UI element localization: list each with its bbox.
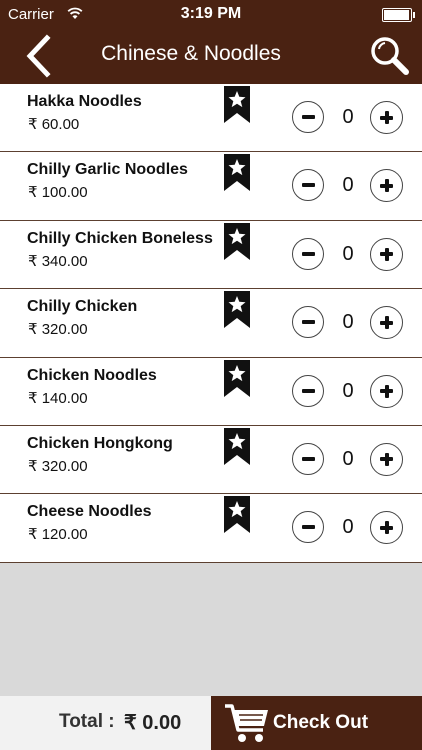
decrease-quantity-button[interactable] bbox=[292, 306, 324, 339]
checkout-label: Check Out bbox=[273, 712, 369, 733]
item-name: Chilly Chicken Boneless bbox=[27, 229, 213, 247]
total-label: Total : bbox=[59, 711, 115, 732]
nav-bar: Chinese & Noodles bbox=[0, 28, 422, 84]
decrease-quantity-button[interactable] bbox=[292, 442, 324, 475]
item-quantity: 0 bbox=[342, 242, 354, 265]
item-price: ₹ 320.00 bbox=[28, 457, 88, 475]
item-quantity: 0 bbox=[342, 106, 354, 128]
menu-item-row: Chicken Hongkong ₹ 320.00 0 bbox=[0, 425, 422, 495]
bookmark-star-icon[interactable] bbox=[223, 222, 251, 261]
menu-item-list: Hakka Noodles ₹ 60.00 0 Chilly Garlic No… bbox=[0, 84, 422, 563]
item-price: ₹ 100.00 bbox=[28, 184, 88, 202]
item-quantity: 0 bbox=[342, 311, 354, 334]
item-name: Chicken Hongkong bbox=[27, 434, 173, 452]
decrease-quantity-button[interactable] bbox=[292, 101, 324, 133]
increase-quantity-button[interactable] bbox=[370, 306, 403, 340]
total-amount: ₹ 0.00 bbox=[124, 712, 182, 734]
menu-item-row: Chilly Chicken ₹ 320.00 0 bbox=[0, 289, 422, 358]
item-quantity: 0 bbox=[342, 447, 354, 470]
status-bar: Carrier 3:19 PM bbox=[0, 0, 422, 28]
total-section: Total : ₹ 0.00 bbox=[0, 696, 211, 750]
decrease-quantity-button[interactable] bbox=[292, 374, 324, 407]
item-name: Chicken Noodles bbox=[27, 366, 157, 384]
item-price: ₹ 340.00 bbox=[28, 252, 88, 270]
item-price: ₹ 60.00 bbox=[28, 116, 80, 133]
bookmark-star-icon[interactable] bbox=[223, 496, 251, 534]
item-quantity: 0 bbox=[342, 174, 354, 197]
menu-item-row: Chilly Chicken Boneless ₹ 340.00 0 bbox=[0, 220, 422, 290]
item-price: ₹ 120.00 bbox=[28, 526, 88, 544]
item-quantity: 0 bbox=[342, 516, 354, 539]
item-price: ₹ 140.00 bbox=[28, 389, 88, 407]
increase-quantity-button[interactable] bbox=[370, 511, 403, 545]
bookmark-star-icon[interactable] bbox=[223, 291, 251, 329]
bookmark-star-icon[interactable] bbox=[223, 359, 251, 398]
search-icon[interactable] bbox=[368, 34, 412, 78]
status-time: 3:19 PM bbox=[180, 5, 242, 22]
decrease-quantity-button[interactable] bbox=[292, 237, 324, 270]
increase-quantity-button[interactable] bbox=[370, 169, 403, 203]
item-name: Chilly Garlic Noodles bbox=[27, 161, 188, 179]
decrease-quantity-button[interactable] bbox=[292, 169, 324, 202]
menu-item-row: Chilly Garlic Noodles ₹ 100.00 0 bbox=[0, 152, 422, 221]
checkout-button[interactable]: Check Out bbox=[211, 696, 422, 750]
increase-quantity-button[interactable] bbox=[370, 237, 403, 271]
increase-quantity-button[interactable] bbox=[370, 442, 403, 476]
menu-item-row: Chicken Noodles ₹ 140.00 0 bbox=[0, 357, 422, 426]
bookmark-star-icon[interactable] bbox=[223, 427, 251, 466]
menu-item-row: Cheese Noodles ₹ 120.00 0 bbox=[0, 494, 422, 563]
item-name: Hakka Noodles bbox=[27, 93, 142, 110]
menu-item-row: Hakka Noodles ₹ 60.00 0 bbox=[0, 84, 422, 153]
item-price: ₹ 320.00 bbox=[28, 321, 88, 339]
item-name: Cheese Noodles bbox=[27, 503, 152, 521]
battery-icon bbox=[382, 8, 415, 22]
increase-quantity-button[interactable] bbox=[370, 101, 403, 134]
item-quantity: 0 bbox=[342, 379, 354, 402]
item-name: Chilly Chicken bbox=[27, 298, 138, 316]
decrease-quantity-button[interactable] bbox=[292, 511, 324, 544]
bookmark-star-icon[interactable] bbox=[223, 86, 251, 124]
shopping-cart-icon bbox=[225, 704, 268, 742]
bookmark-star-icon[interactable] bbox=[223, 154, 251, 192]
increase-quantity-button[interactable] bbox=[370, 374, 403, 408]
page-title: Chinese & Noodles bbox=[101, 42, 281, 65]
cart-footer: Total : ₹ 0.00 Check Out bbox=[0, 696, 422, 750]
